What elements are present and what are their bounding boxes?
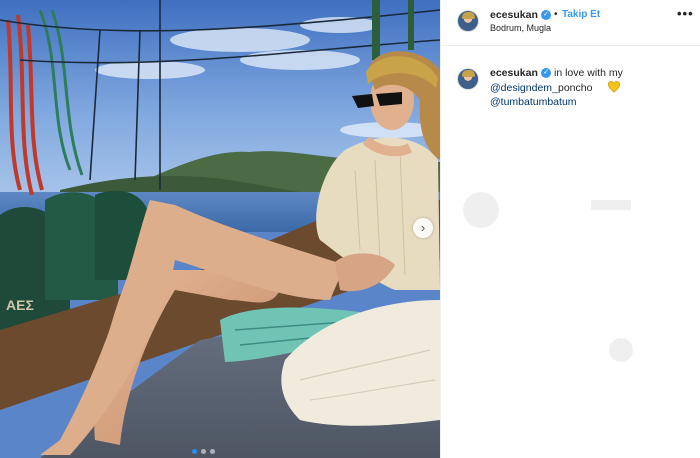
- caption-username[interactable]: ecesukan: [490, 67, 538, 79]
- mention-designdem[interactable]: @designdem_: [490, 82, 558, 94]
- caption-suffix: poncho: [558, 82, 593, 94]
- header-separator: •: [554, 9, 558, 20]
- carousel-dot-3: [210, 449, 215, 454]
- photo-illustration: ΑΕΣ: [0, 0, 440, 458]
- more-options-icon[interactable]: •••: [677, 6, 694, 21]
- verified-badge-icon: ✓: [541, 10, 551, 20]
- post-header: ecesukan ✓ • Takip Et Bodrum, Mugla •••: [441, 0, 700, 46]
- carousel-dot-1: [192, 449, 197, 454]
- carousel-dots: [192, 449, 215, 454]
- avatar[interactable]: [457, 10, 479, 32]
- caption-avatar[interactable]: [457, 68, 479, 90]
- caption-text: in love with my: [554, 67, 623, 79]
- post-photo[interactable]: ΑΕΣ ›: [0, 0, 440, 458]
- mast: [372, 0, 380, 60]
- yellow-heart-icon: [607, 81, 621, 93]
- caption-verified-badge-icon: ✓: [541, 68, 551, 78]
- carousel-dot-2: [201, 449, 206, 454]
- boat-lettering: ΑΕΣ: [6, 297, 34, 313]
- post-sidebar: ecesukan ✓ • Takip Et Bodrum, Mugla ••• …: [440, 0, 700, 458]
- header-username[interactable]: ecesukan: [490, 9, 538, 21]
- next-slide-button[interactable]: ›: [413, 218, 433, 238]
- follow-button[interactable]: Takip Et: [562, 9, 600, 20]
- mention-tumbatumbatum[interactable]: @tumbatumbatum: [490, 96, 577, 108]
- faded-background-shapes: [463, 192, 633, 362]
- caption-comment: ecesukan ✓ in love with my @designdem_ p…: [441, 46, 700, 126]
- location-link[interactable]: Bodrum, Mugla: [490, 23, 551, 33]
- instagram-post: ΑΕΣ › ecesukan ✓ • Takip Et Bodrum, Mugl…: [0, 0, 700, 458]
